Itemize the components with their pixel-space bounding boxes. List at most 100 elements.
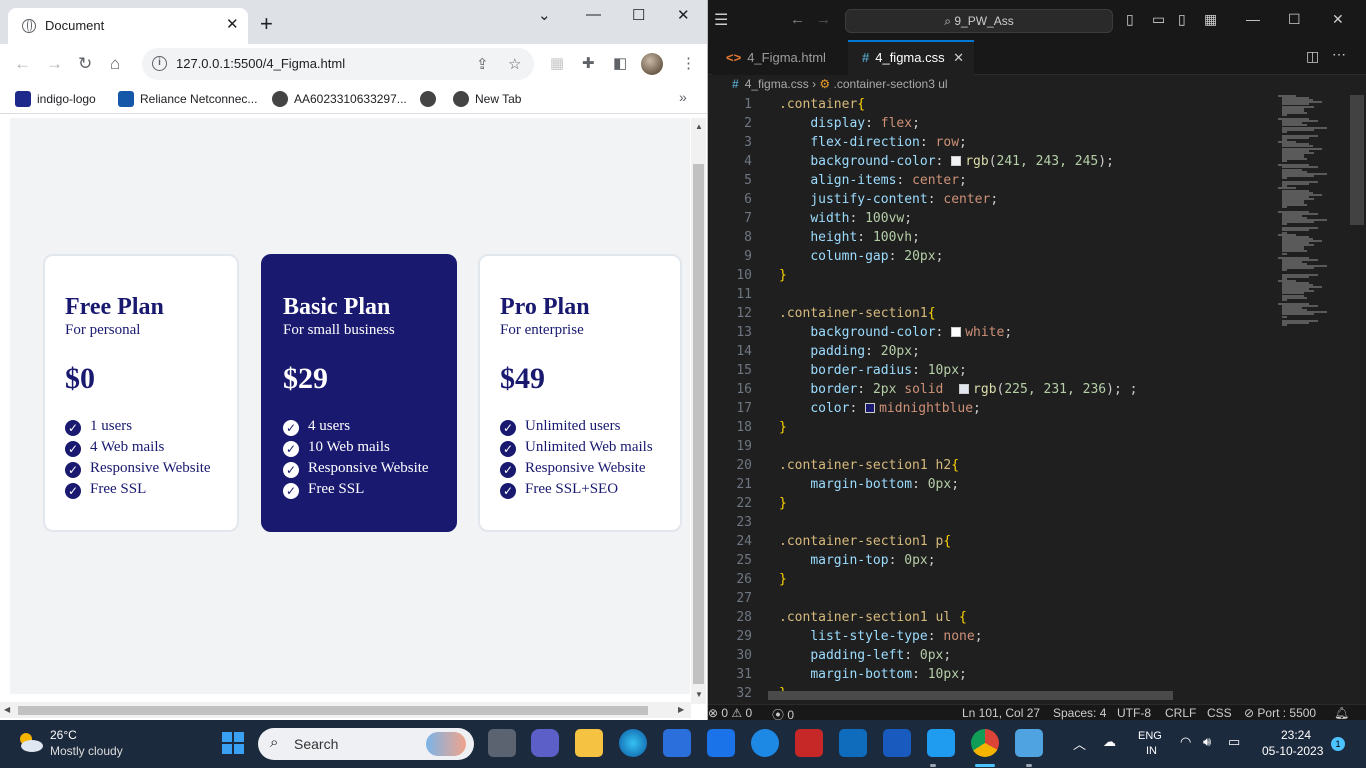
more-actions-icon[interactable]: ⋯ xyxy=(1332,46,1346,63)
code-line[interactable]: 14 padding: 20px; xyxy=(708,342,1273,361)
wifi-icon[interactable]: ◠ xyxy=(1180,734,1191,750)
volume-icon[interactable]: 🔊︎ xyxy=(1203,734,1211,750)
myhp-icon[interactable] xyxy=(707,729,735,757)
language-indicator[interactable]: ENG xyxy=(1138,730,1162,742)
tab-4-figma-html[interactable]: <> 4_Figma.html xyxy=(712,40,848,75)
code-line[interactable]: 4 background-color: rgb(241, 243, 245); xyxy=(708,152,1273,171)
scroll-down-arrow-icon[interactable]: ▼ xyxy=(695,690,703,699)
code-line[interactable]: 31 margin-bottom: 10px; xyxy=(708,665,1273,684)
minimap[interactable] xyxy=(1278,95,1350,335)
bookmark-reliance[interactable]: Reliance Netconnec... xyxy=(118,91,257,107)
file-explorer-icon[interactable] xyxy=(575,729,603,757)
extensions-puzzle-icon[interactable]: ✚ xyxy=(582,54,595,72)
teams-meet-icon[interactable] xyxy=(531,729,559,757)
weather-temperature[interactable]: 26°C xyxy=(50,728,77,742)
outlook-icon[interactable] xyxy=(839,729,867,757)
color-swatch[interactable] xyxy=(865,403,876,413)
task-view-icon[interactable] xyxy=(488,729,516,757)
scroll-thumb[interactable] xyxy=(693,164,704,684)
problems-indicator[interactable]: ⊗ 0 ⚠ 0 xyxy=(708,706,752,720)
profile-avatar[interactable] xyxy=(641,53,663,75)
language-mode[interactable]: CSS xyxy=(1207,706,1232,720)
hamburger-menu-icon[interactable]: ☰ xyxy=(714,10,728,30)
minimize-button[interactable]: — xyxy=(586,6,601,23)
forward-icon[interactable]: → xyxy=(46,54,63,74)
live-server-port[interactable]: ⊘ Port : 5500 xyxy=(1244,706,1316,720)
mcafee-icon[interactable] xyxy=(795,729,823,757)
code-line[interactable]: 12 .container-section1{ xyxy=(708,304,1273,323)
code-line[interactable]: 18} xyxy=(708,418,1273,437)
browser-tab[interactable]: Document ✕ xyxy=(8,8,248,44)
scroll-left-arrow-icon[interactable]: ◀ xyxy=(4,705,10,714)
code-line[interactable]: 20 .container-section1 h2{ xyxy=(708,456,1273,475)
split-editor-icon[interactable]: ◫ xyxy=(1306,48,1319,65)
notepad-icon[interactable] xyxy=(1015,729,1043,757)
customize-layout-icon[interactable]: ▦ xyxy=(1204,11,1217,28)
help-icon[interactable] xyxy=(751,729,779,757)
code-line[interactable]: 11 xyxy=(708,285,1273,304)
onedrive-icon[interactable]: ☁ xyxy=(1103,734,1116,750)
code-line[interactable]: 8 height: 100vh; xyxy=(708,228,1273,247)
breadcrumb-symbol[interactable]: .container-section3 ul xyxy=(834,77,948,91)
color-swatch[interactable] xyxy=(951,156,962,166)
editor-scrollbar-thumb[interactable] xyxy=(1350,95,1364,225)
code-line[interactable]: 29 list-style-type: none; xyxy=(708,627,1273,646)
bookmark-aa[interactable]: AA6023310633297... xyxy=(272,91,407,107)
code-line[interactable]: 10} xyxy=(708,266,1273,285)
word-icon[interactable] xyxy=(883,729,911,757)
back-icon[interactable]: ← xyxy=(790,11,805,28)
side-panel-icon[interactable]: ◧ xyxy=(613,54,627,72)
toggle-panel-icon[interactable]: ▭ xyxy=(1152,11,1165,28)
cursor-position[interactable]: Ln 101, Col 27 xyxy=(962,706,1040,720)
code-line[interactable]: 23 xyxy=(708,513,1273,532)
close-tab-icon[interactable]: ✕ xyxy=(226,16,239,34)
microsoft-store-icon[interactable] xyxy=(663,729,691,757)
code-line[interactable]: 7 width: 100vw; xyxy=(708,209,1273,228)
show-hidden-icons[interactable]: ︿ xyxy=(1073,734,1086,753)
weather-description[interactable]: Mostly cloudy xyxy=(50,744,123,758)
code-line[interactable]: 26} xyxy=(708,570,1273,589)
scroll-up-arrow-icon[interactable]: ▲ xyxy=(695,122,703,131)
clock-time[interactable]: 23:24 xyxy=(1281,728,1311,742)
chrome-icon[interactable] xyxy=(971,729,999,757)
bookmark-indigo[interactable]: indigo-logo xyxy=(15,91,96,107)
close-tab-icon[interactable]: ✕ xyxy=(953,42,964,73)
code-line[interactable]: 17 color: midnightblue; xyxy=(708,399,1273,418)
close-window-button[interactable]: ✕ xyxy=(677,6,690,24)
maximize-button[interactable]: ☐ xyxy=(1288,11,1301,28)
menu-kebab-icon[interactable]: ⋮ xyxy=(681,54,696,72)
code-line[interactable]: 2 display: flex; xyxy=(708,114,1273,133)
color-swatch[interactable] xyxy=(951,327,962,337)
code-line[interactable]: 3 flex-direction: row; xyxy=(708,133,1273,152)
scroll-right-arrow-icon[interactable]: ▶ xyxy=(678,705,684,714)
toggle-sidebar-icon[interactable]: ▯ xyxy=(1126,11,1134,28)
scroll-thumb[interactable] xyxy=(18,706,648,715)
code-line[interactable]: 5 align-items: center; xyxy=(708,171,1273,190)
code-line[interactable]: 9 column-gap: 20px; xyxy=(708,247,1273,266)
windows-start-icon[interactable] xyxy=(219,729,247,757)
page-vertical-scrollbar[interactable]: ▲ ▼ xyxy=(691,118,706,704)
command-center-search[interactable]: ⌕ 9_PW_Ass xyxy=(845,9,1113,33)
weather-cloud-icon[interactable] xyxy=(16,730,44,754)
edge-browser-icon[interactable] xyxy=(619,729,647,757)
code-line[interactable]: 30 padding-left: 0px; xyxy=(708,646,1273,665)
editor-horizontal-scrollbar[interactable] xyxy=(768,691,1173,700)
code-line[interactable]: 22} xyxy=(708,494,1273,513)
code-line[interactable]: 19 xyxy=(708,437,1273,456)
code-line[interactable]: 24 .container-section1 p{ xyxy=(708,532,1273,551)
line-ending[interactable]: CRLF xyxy=(1165,706,1196,720)
code-line[interactable]: 21 margin-bottom: 0px; xyxy=(708,475,1273,494)
tab-4-figma-css[interactable]: #4_figma.css ✕ xyxy=(848,40,974,75)
bell-icon[interactable]: 🔔︎ xyxy=(1334,706,1349,720)
address-bar[interactable]: i 127.0.0.1:5500/4_Figma.html ⇪ ☆ xyxy=(142,48,534,80)
bookmark-globe[interactable] xyxy=(420,91,442,107)
code-line[interactable]: 15 border-radius: 10px; xyxy=(708,361,1273,380)
breadcrumb-file[interactable]: 4_figma.css xyxy=(745,77,809,91)
toggle-secondary-sidebar-icon[interactable]: ▯ xyxy=(1178,11,1186,28)
page-horizontal-scrollbar[interactable]: ◀ ▶ xyxy=(0,702,691,718)
code-line[interactable]: 1 .container{ xyxy=(708,95,1273,114)
close-window-button[interactable]: ✕ xyxy=(1332,11,1344,28)
forward-icon[interactable]: → xyxy=(816,11,831,28)
taskbar-search[interactable]: ⌕ Search xyxy=(258,728,474,760)
share-icon[interactable]: ⇪ xyxy=(476,55,489,73)
